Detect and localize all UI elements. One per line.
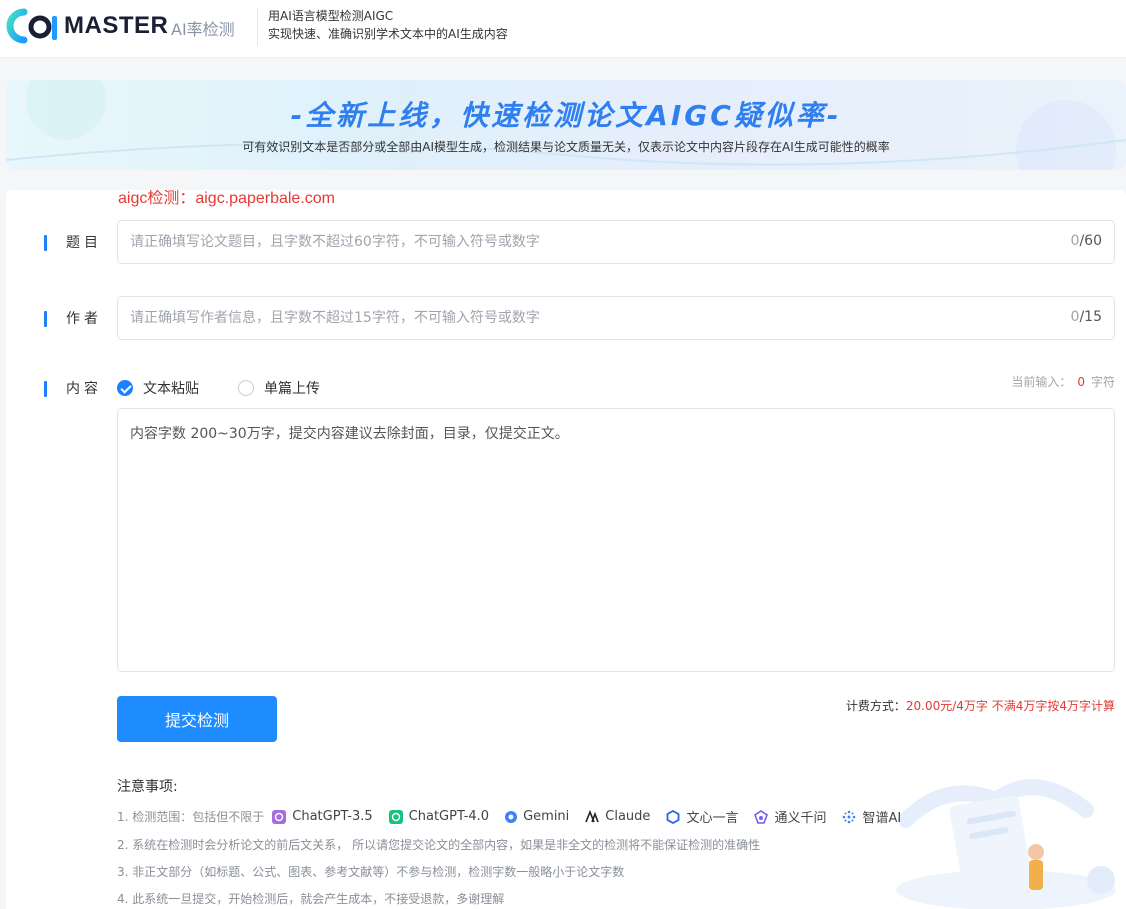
header-tagline-1: 用AI语言模型检测AIGC [268, 9, 394, 23]
chatgpt-icon [272, 809, 287, 824]
watermark-text: aigc检测：aigc.paperbale.com [118, 190, 335, 207]
author-char-max: /15 [1079, 309, 1102, 325]
current-input-counter: 当前输入： 0 字符 [1011, 373, 1115, 390]
claude-icon [585, 809, 600, 824]
submit-detection-button[interactable]: 提交检测 [117, 696, 277, 742]
model-name: ChatGPT-4.0 [408, 809, 490, 824]
model-tongyi: 通义千问 [754, 807, 826, 826]
model-name: Claude [605, 809, 651, 824]
pricing-value: 20.00元/4万字 不满4万字按4万字计算 [905, 699, 1115, 713]
model-name: 文心一言 [686, 811, 739, 826]
header-tagline-2: 实现快速、准确识别学术文本中的AI生成内容 [268, 27, 508, 41]
note-line-1: 1. 检测范围：包括但不限于 ChatGPT-3.5 ChatGPT-4.0 G… [117, 807, 917, 826]
notes-title: 注意事项: [117, 779, 178, 795]
content-label: 内容 [44, 380, 102, 398]
gemini-icon [505, 810, 518, 823]
model-zhipu: 智谱AI [842, 807, 901, 826]
note-line-2: 2. 系统在检测时会分析论文的前后文关系， 所以请您提交论文的全部内容，如果是非… [117, 838, 761, 852]
promo-banner: -全新上线，快速检测论文AIGC疑似率- 可有效识别文本是否部分或全部由AI模型… [6, 80, 1126, 170]
master-logo-icon[interactable] [6, 8, 62, 44]
title-input-box: 0/60 [117, 220, 1115, 264]
author-label: 作者 [44, 310, 102, 328]
model-name: 通义千问 [774, 811, 827, 826]
title-char-counter: 0/60 [1071, 233, 1102, 249]
author-char-counter: 0/15 [1071, 309, 1102, 325]
pricing-label: 计费方式： [845, 699, 906, 713]
current-input-label: 当前输入： [1011, 375, 1072, 389]
zhipu-icon [842, 810, 856, 824]
note-line-3: 3. 非正文部分（如标题、公式、图表、参考文献等）不参与检测，检测字数一般略小于… [117, 865, 625, 879]
radio-text-paste-label: 文本粘贴 [143, 381, 199, 397]
banner-title: -全新上线，快速检测论文AIGC疑似率- [290, 99, 842, 132]
tongyi-icon [754, 809, 769, 824]
radio-checked-icon [117, 380, 133, 396]
model-chatgpt-4-0: ChatGPT-4.0 [388, 809, 490, 824]
radio-single-upload[interactable]: 单篇上传 [238, 379, 320, 397]
wenxin-icon [666, 809, 680, 824]
model-name: 智谱AI [862, 811, 902, 826]
banner-description: 可有效识别文本是否部分或全部由AI模型生成，检测结果与论文质量无关，仅表示论文中… [242, 140, 890, 154]
site-header: MASTER AI率检测 用AI语言模型检测AIGC 实现快速、准确识别学术文本… [0, 0, 1126, 58]
model-claude: Claude [585, 809, 650, 824]
content-textarea[interactable] [130, 423, 1100, 659]
decorative-illustration-icon [896, 779, 1116, 909]
author-input[interactable] [130, 297, 1050, 339]
radio-single-upload-label: 单篇上传 [264, 381, 320, 397]
radio-text-paste[interactable]: 文本粘贴 [117, 379, 199, 397]
model-name: Gemini [523, 809, 570, 824]
current-input-count: 0 [1077, 375, 1085, 389]
model-chatgpt-3-5: ChatGPT-3.5 [272, 809, 373, 824]
title-input[interactable] [130, 221, 1050, 263]
title-label: 题目 [44, 234, 102, 252]
pricing-info: 计费方式：20.00元/4万字 不满4万字按4万字计算 [846, 697, 1115, 714]
header-divider [257, 8, 258, 46]
brand-subtitle: AI率检测 [171, 20, 235, 39]
title-char-max: /60 [1079, 233, 1102, 249]
model-gemini: Gemini [505, 809, 569, 824]
model-name: ChatGPT-3.5 [292, 809, 373, 824]
note-line-4: 4. 此系统一旦提交，开始检测后，就会产生成本，不接受退款，多谢理解 [117, 892, 505, 906]
brand-name[interactable]: MASTER [64, 12, 168, 40]
radio-unchecked-icon [238, 380, 254, 396]
chatgpt-icon [388, 809, 403, 824]
detection-form-card: aigc检测：aigc.paperbale.com 题目 0/60 作者 0/1… [6, 190, 1126, 909]
model-wenxin: 文心一言 [666, 807, 738, 826]
current-input-unit: 字符 [1090, 375, 1115, 389]
note-line-1-prefix: 1. 检测范围：包括但不限于 [117, 810, 265, 824]
author-input-box: 0/15 [117, 296, 1115, 340]
content-textarea-box [117, 408, 1115, 672]
